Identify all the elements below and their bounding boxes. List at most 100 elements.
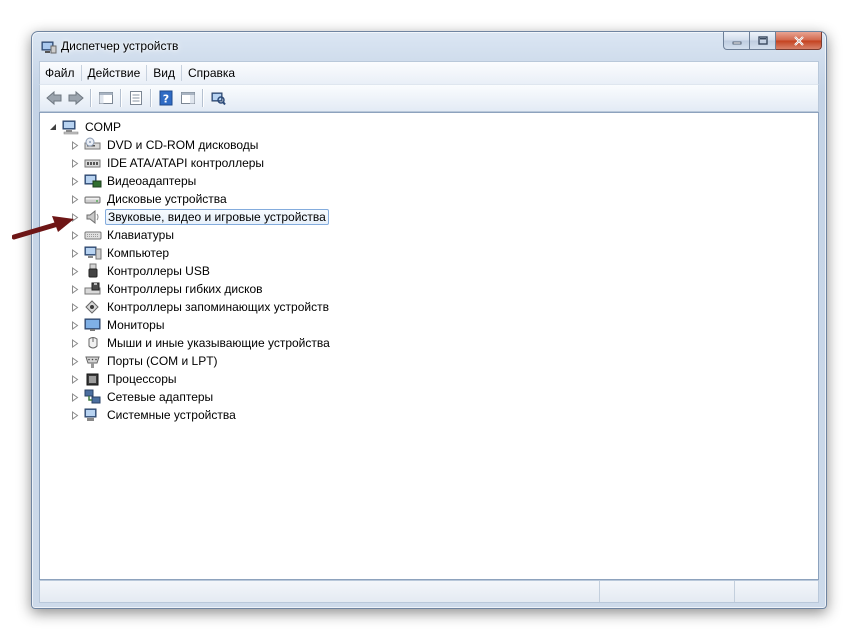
expand-icon[interactable] xyxy=(70,176,80,186)
menu-separator xyxy=(146,65,148,81)
disk-drive-icon xyxy=(84,191,102,207)
close-button[interactable] xyxy=(776,32,822,50)
menu-help[interactable]: Справка xyxy=(183,63,240,83)
expand-icon[interactable] xyxy=(70,410,80,420)
dvd-drive-icon xyxy=(84,137,102,153)
action-pane-icon xyxy=(181,92,195,104)
close-icon xyxy=(793,35,804,46)
toolbar-separator xyxy=(150,89,152,107)
menu-action[interactable]: Действие xyxy=(83,63,146,83)
processor-icon xyxy=(84,371,102,387)
tree-node[interactable]: IDE ATA/ATAPI контроллеры xyxy=(70,154,266,172)
expand-icon[interactable] xyxy=(70,374,80,384)
help-icon: ? xyxy=(159,90,173,106)
system-device-icon xyxy=(84,407,102,423)
port-icon xyxy=(84,353,102,369)
ide-controller-icon xyxy=(84,155,102,171)
minimize-icon xyxy=(732,41,741,44)
menu-separator xyxy=(80,65,82,81)
expand-icon[interactable] xyxy=(70,338,80,348)
monitor-icon xyxy=(84,317,102,333)
expand-icon[interactable] xyxy=(70,194,80,204)
scan-hardware-button[interactable] xyxy=(207,87,229,109)
speaker-icon xyxy=(84,209,102,225)
device-manager-window: Диспетчер устройств Файл Действие Вид Сп… xyxy=(31,31,827,609)
tree-node[interactable]: Клавиатуры xyxy=(70,226,176,244)
tree-node[interactable]: Контроллеры запоминающих устройств xyxy=(70,298,331,316)
floppy-controller-icon xyxy=(84,281,102,297)
maximize-button[interactable] xyxy=(750,32,776,50)
tree-node[interactable]: Мыши и иные указывающие устройства xyxy=(70,334,332,352)
show-hide-tree-button[interactable] xyxy=(95,87,117,109)
caption-buttons xyxy=(723,32,822,51)
tree-node-label: IDE ATA/ATAPI контроллеры xyxy=(107,156,265,170)
expand-icon[interactable] xyxy=(70,248,80,258)
tree-node[interactable]: Порты (COM и LPT) xyxy=(70,352,220,370)
tree-node[interactable]: Компьютер xyxy=(70,244,171,262)
expand-icon[interactable] xyxy=(70,158,80,168)
device-manager-icon xyxy=(41,39,57,55)
mouse-icon xyxy=(84,335,102,351)
show-hide-console-tree-icon xyxy=(99,92,113,104)
tree-node-label: Системные устройства xyxy=(107,408,236,422)
tree-node[interactable]: Звуковые, видео и игровые устройства xyxy=(70,208,329,226)
expand-icon[interactable] xyxy=(70,284,80,294)
tree-node-label: Клавиатуры xyxy=(107,228,174,242)
expand-icon[interactable] xyxy=(70,392,80,402)
expand-icon[interactable] xyxy=(70,302,80,312)
tree-node[interactable]: Контроллеры гибких дисков xyxy=(70,280,265,298)
expand-icon[interactable] xyxy=(70,356,80,366)
tree-node-label: Мониторы xyxy=(107,318,165,332)
tree-node-label: Дисковые устройства xyxy=(107,192,227,206)
forward-icon xyxy=(68,90,84,106)
tree-node-label: DVD и CD-ROM дисководы xyxy=(107,138,259,152)
expand-icon[interactable] xyxy=(70,266,80,276)
scan-hardware-icon xyxy=(211,92,226,106)
window-title: Диспетчер устройств xyxy=(61,39,179,53)
toolbar-separator xyxy=(202,89,204,107)
title-bar[interactable]: Диспетчер устройств xyxy=(32,32,826,60)
collapse-icon[interactable] xyxy=(48,122,58,132)
network-adapter-icon xyxy=(84,389,102,405)
tree-node-label: Сетевые адаптеры xyxy=(107,390,214,404)
minimize-button[interactable] xyxy=(723,32,750,50)
tree-node[interactable]: Видеоадаптеры xyxy=(70,172,198,190)
tree-node-label: Мыши и иные указывающие устройства xyxy=(107,336,330,350)
display-adapter-icon xyxy=(84,173,102,189)
tree-node[interactable]: DVD и CD-ROM дисководы xyxy=(70,136,260,154)
keyboard-icon xyxy=(84,227,102,243)
action-pane-button[interactable] xyxy=(177,87,199,109)
forward-button[interactable] xyxy=(65,87,87,109)
tree-node[interactable]: Сетевые адаптеры xyxy=(70,388,215,406)
tree-root[interactable]: COMP xyxy=(48,118,123,136)
status-bar xyxy=(39,580,819,603)
expand-icon[interactable] xyxy=(70,140,80,150)
tree-node[interactable]: Мониторы xyxy=(70,316,166,334)
status-cell-2 xyxy=(600,581,735,602)
device-tree-pane[interactable]: COMP DVD и CD-ROM дисководы IDE ATA/ATAPI… xyxy=(39,112,819,580)
menu-view[interactable]: Вид xyxy=(148,63,180,83)
menu-file[interactable]: Файл xyxy=(40,63,80,83)
maximize-icon xyxy=(757,36,768,45)
tree-node-label: Компьютер xyxy=(107,246,170,260)
back-button[interactable] xyxy=(43,87,65,109)
tree-node[interactable]: Контроллеры USB xyxy=(70,262,212,280)
status-cell-3 xyxy=(735,581,818,602)
help-button[interactable]: ? xyxy=(155,87,177,109)
toolbar: ? xyxy=(39,84,819,112)
tree-node[interactable]: Процессоры xyxy=(70,370,179,388)
tree-node-label: Контроллеры USB xyxy=(107,264,210,278)
tree-node[interactable]: Дисковые устройства xyxy=(70,190,229,208)
storage-controller-icon xyxy=(84,299,102,315)
tree-root-label: COMP xyxy=(85,120,121,134)
expand-icon[interactable] xyxy=(70,320,80,330)
tree-node-label: Контроллеры гибких дисков xyxy=(107,282,263,296)
tree-node[interactable]: Системные устройства xyxy=(70,406,238,424)
back-icon xyxy=(46,90,62,106)
properties-icon xyxy=(130,91,142,105)
tree-node-label: Процессоры xyxy=(107,372,177,386)
toolbar-separator xyxy=(120,89,122,107)
properties-button[interactable] xyxy=(125,87,147,109)
computer-icon xyxy=(84,245,102,261)
tree-node-label: Видеоадаптеры xyxy=(107,174,197,188)
